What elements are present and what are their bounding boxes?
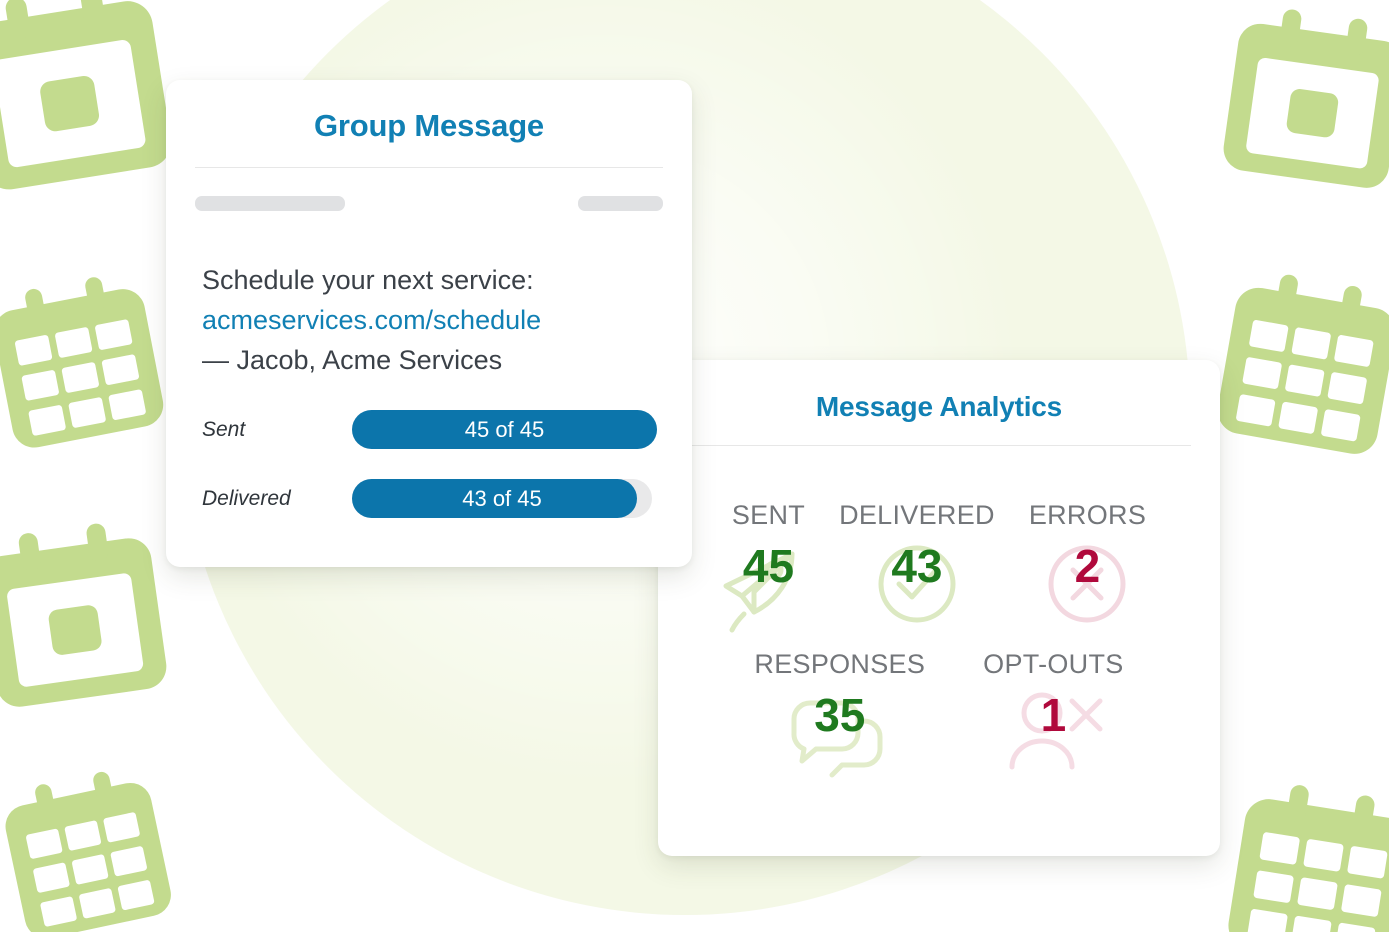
screenshot-stage: Message Analytics SENT 45 DELIVERED 43 E… [0, 0, 1389, 932]
calendar-grid-icon [1215, 769, 1389, 932]
group-message-title-divider [195, 167, 663, 168]
message-link[interactable]: acmeservices.com/schedule [202, 300, 692, 340]
stat-value: 43 [891, 540, 943, 592]
analytics-stats-row-secondary: RESPONSES 35 OPT-OUTS 1 [658, 649, 1220, 778]
progress-value-text: 45 of 45 [464, 416, 545, 442]
message-signature: — Jacob, Acme Services [202, 345, 503, 375]
skeleton-bar-narrow [578, 196, 663, 211]
stat-value: 1 [1040, 689, 1067, 741]
progress-value-text: 43 of 45 [462, 485, 542, 511]
group-message-card: Group Message Schedule your next service… [166, 80, 692, 567]
stat-label: DELIVERED [839, 500, 995, 530]
stat-label: SENT [731, 500, 806, 530]
stat-errors: ERRORS 2 [1015, 500, 1160, 623]
stat-label: RESPONSES [754, 649, 926, 679]
calendar-grid-icon [0, 755, 184, 932]
message-line-1: Schedule your next service: [202, 265, 534, 295]
analytics-title-divider [687, 445, 1191, 446]
progress-row-sent: Sent 45 of 45 [202, 410, 692, 449]
group-message-card-title: Group Message [314, 108, 544, 143]
analytics-stats-row-primary: SENT 45 DELIVERED 43 ERRORS 2 [658, 500, 1220, 633]
calendar-grid-icon [0, 260, 177, 459]
calendar-date-icon [0, 508, 180, 723]
stat-label: OPT-OUTS [983, 649, 1124, 679]
progress-track: 45 of 45 [352, 410, 657, 449]
stat-sent: SENT 45 [718, 500, 819, 633]
calendar-date-icon [1210, 0, 1389, 203]
stat-responses: RESPONSES 35 [740, 649, 939, 778]
skeleton-placeholder-row [195, 196, 663, 211]
stat-value: 2 [1074, 540, 1101, 592]
progress-track: 43 of 45 [352, 479, 652, 518]
calendar-date-icon [0, 0, 187, 207]
skeleton-bar-wide [195, 196, 345, 211]
stat-value: 45 [742, 540, 795, 592]
progress-label: Delivered [202, 486, 291, 510]
analytics-card-title: Message Analytics [815, 391, 1063, 422]
progress-label: Sent [202, 417, 246, 441]
calendar-grid-icon [1204, 258, 1389, 467]
message-analytics-card: Message Analytics SENT 45 DELIVERED 43 E… [658, 360, 1220, 856]
progress-row-delivered: Delivered 43 of 45 [202, 479, 692, 518]
message-body: Schedule your next service: acmeservices… [202, 260, 692, 380]
stat-delivered: DELIVERED 43 [825, 500, 1009, 623]
stat-label: ERRORS [1028, 500, 1147, 530]
stat-opt-outs: OPT-OUTS 1 [969, 649, 1137, 770]
stat-value: 35 [814, 689, 866, 741]
